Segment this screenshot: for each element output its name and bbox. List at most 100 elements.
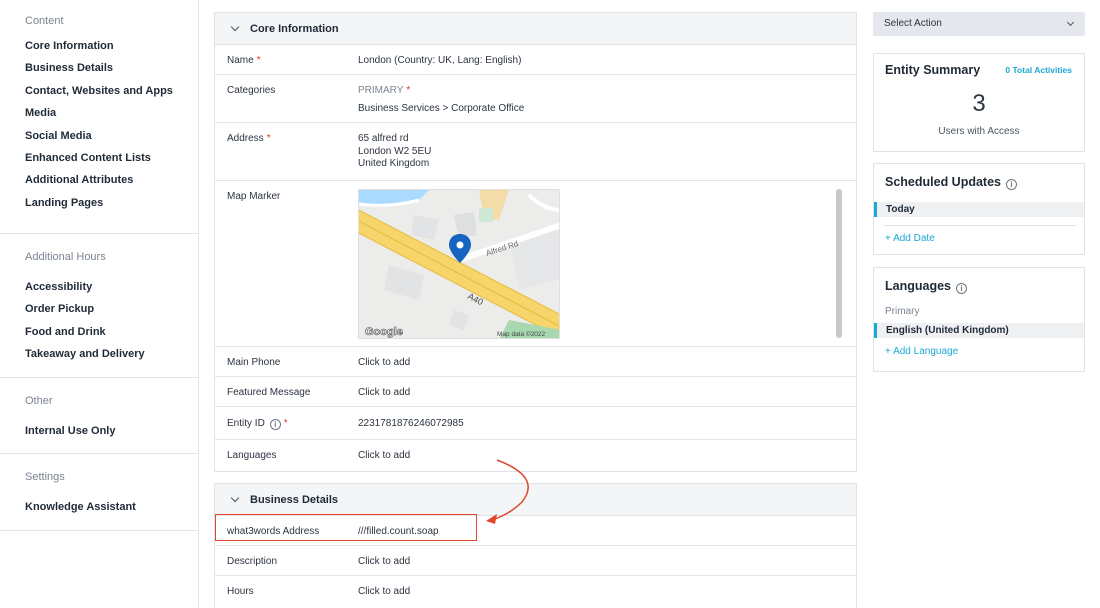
hours-label: Hours <box>227 586 254 597</box>
google-logo: Google <box>365 326 403 338</box>
info-icon[interactable]: i <box>956 283 967 294</box>
sidebar-item-knowledge-assistant[interactable]: Knowledge Assistant <box>25 496 198 518</box>
chevron-down-icon <box>230 22 240 32</box>
add-date-link[interactable]: + Add Date <box>885 233 935 244</box>
languages-title-text: Languages <box>885 279 951 293</box>
hours-add[interactable]: Click to add <box>358 586 410 599</box>
name-value: London (Country: UK, Lang: English) <box>358 55 522 66</box>
entity-id-label-text: Entity ID <box>227 418 265 429</box>
divider <box>884 225 1076 226</box>
nav-section-settings: Settings Knowledge Assistant <box>0 453 198 531</box>
scheduled-updates-card: Scheduled Updates i Today + Add Date <box>873 163 1085 255</box>
add-language-link[interactable]: + Add Language <box>885 346 958 357</box>
primary-label: Primary <box>885 306 920 317</box>
address-line-1: 65 alfred rd <box>358 133 409 144</box>
address-value: 65 alfred rd London W2 5EU United Kingdo… <box>358 133 431 171</box>
featured-message-label: Featured Message <box>227 387 311 398</box>
description-label: Description <box>227 556 278 567</box>
required-marker: * <box>256 55 261 66</box>
name-label: Name * <box>227 55 261 66</box>
name-row[interactable]: Name * London (Country: UK, Lang: English… <box>215 45 856 75</box>
sidebar: Content Core Information Business Detail… <box>0 0 199 608</box>
categories-label: Categories <box>227 85 276 96</box>
map-credit: Map data ©2022 <box>497 330 546 338</box>
map-marker-label: Map Marker <box>227 191 281 202</box>
chevron-down-icon <box>230 493 240 503</box>
entity-summary-title: Entity Summary <box>885 63 981 77</box>
required-marker: * <box>266 133 271 144</box>
featured-message-add[interactable]: Click to add <box>358 387 410 400</box>
language-english-uk[interactable]: English (United Kingdom) <box>874 323 1084 338</box>
hours-row[interactable]: Hours Click to add <box>215 576 856 606</box>
required-marker: * <box>406 85 411 96</box>
sidebar-item-contact-websites-apps[interactable]: Contact, Websites and Apps <box>25 80 198 102</box>
description-row[interactable]: Description Click to add <box>215 546 856 576</box>
what3words-value: ///filled.count.soap <box>358 526 439 537</box>
featured-message-row[interactable]: Featured Message Click to add <box>215 377 856 407</box>
languages-card: Languages i Primary English (United Kingd… <box>873 267 1085 372</box>
today-item[interactable]: Today <box>874 202 1084 217</box>
entity-id-label: Entity ID i * <box>227 418 288 430</box>
map-image: Alfred Rd A40 Google Map data ©2022 <box>359 190 559 338</box>
scheduled-updates-title: Scheduled Updates i <box>885 175 1017 190</box>
required-marker: * <box>283 418 288 429</box>
languages-add[interactable]: Click to add <box>358 450 410 463</box>
users-count: 3 <box>972 90 986 117</box>
primary-label: PRIMARY <box>358 85 404 96</box>
address-label-text: Address <box>227 133 264 144</box>
section-title-other: Other <box>25 395 53 407</box>
sidebar-item-takeaway-delivery[interactable]: Takeaway and Delivery <box>25 343 198 365</box>
description-add[interactable]: Click to add <box>358 556 410 569</box>
info-icon[interactable]: i <box>1006 179 1017 190</box>
categories-value: PRIMARY * Business Services > Corporate O… <box>358 85 524 115</box>
users-with-access-label: Users with Access <box>938 126 1020 137</box>
name-label-text: Name <box>227 55 254 66</box>
panel-title: Core Information <box>250 22 339 35</box>
section-title-content: Content <box>25 15 64 27</box>
scheduled-updates-title-text: Scheduled Updates <box>885 175 1001 189</box>
sidebar-item-media[interactable]: Media <box>25 102 198 124</box>
info-icon[interactable]: i <box>269 419 281 430</box>
sidebar-item-order-pickup[interactable]: Order Pickup <box>25 298 198 320</box>
address-line-3: United Kingdom <box>358 158 430 170</box>
categories-row[interactable]: Categories PRIMARY * Business Services > … <box>215 75 856 123</box>
core-information-panel: Core Information Name * London (Country: … <box>214 12 857 472</box>
nav-section-additional-hours: Additional Hours Accessibility Order Pic… <box>0 233 198 377</box>
annotation-arrow <box>486 459 529 524</box>
sidebar-item-social-media[interactable]: Social Media <box>25 125 198 147</box>
entity-id-row[interactable]: Entity ID i * 2231781876246072985 <box>215 407 856 440</box>
panel-title: Business Details <box>250 493 339 506</box>
main-phone-label: Main Phone <box>227 357 281 368</box>
nav-section-content: Content Core Information Business Detail… <box>0 0 198 233</box>
sidebar-item-food-and-drink[interactable]: Food and Drink <box>25 321 198 343</box>
chevron-down-icon <box>1066 18 1075 27</box>
what3words-label: what3words Address <box>227 526 320 537</box>
select-action-dropdown[interactable]: Select Action <box>873 12 1085 36</box>
address-row[interactable]: Address * 65 alfred rd London W2 5EU Unit… <box>215 123 856 181</box>
section-title-additional-hours: Additional Hours <box>25 251 106 263</box>
map-view[interactable]: Alfred Rd A40 Google Map data ©2022 <box>358 189 560 339</box>
total-activities-link[interactable]: 0 Total Activities <box>1005 65 1072 75</box>
nav-section-other: Other Internal Use Only <box>0 377 198 453</box>
sidebar-item-enhanced-content-lists[interactable]: Enhanced Content Lists <box>25 147 198 169</box>
map-scrollbar[interactable] <box>836 189 842 338</box>
address-line-2: London W2 5EU <box>358 145 432 157</box>
sidebar-item-landing-pages[interactable]: Landing Pages <box>25 192 198 214</box>
sidebar-item-business-details[interactable]: Business Details <box>25 57 198 79</box>
select-action-label: Select Action <box>884 18 942 29</box>
sidebar-item-additional-attributes[interactable]: Additional Attributes <box>25 169 198 191</box>
main-phone-add[interactable]: Click to add <box>358 357 410 370</box>
languages-label: Languages <box>227 450 277 461</box>
map-marker-row: Map Marker Alfred Rd A40 Google Map data… <box>215 181 856 347</box>
entity-summary-card: Entity Summary 0 Total Activities 3 User… <box>873 53 1085 152</box>
category-path: Business Services > Corporate Office <box>358 102 525 114</box>
address-label: Address * <box>227 133 271 144</box>
languages-title: Languages i <box>885 279 967 294</box>
scrollbar-thumb[interactable] <box>836 189 842 338</box>
sidebar-item-accessibility[interactable]: Accessibility <box>25 276 198 298</box>
sidebar-item-internal-use-only[interactable]: Internal Use Only <box>25 420 198 442</box>
core-information-header[interactable]: Core Information <box>215 13 856 45</box>
main-phone-row[interactable]: Main Phone Click to add <box>215 347 856 377</box>
sidebar-item-core-information[interactable]: Core Information <box>25 35 198 57</box>
entity-id-value: 2231781876246072985 <box>358 418 464 429</box>
